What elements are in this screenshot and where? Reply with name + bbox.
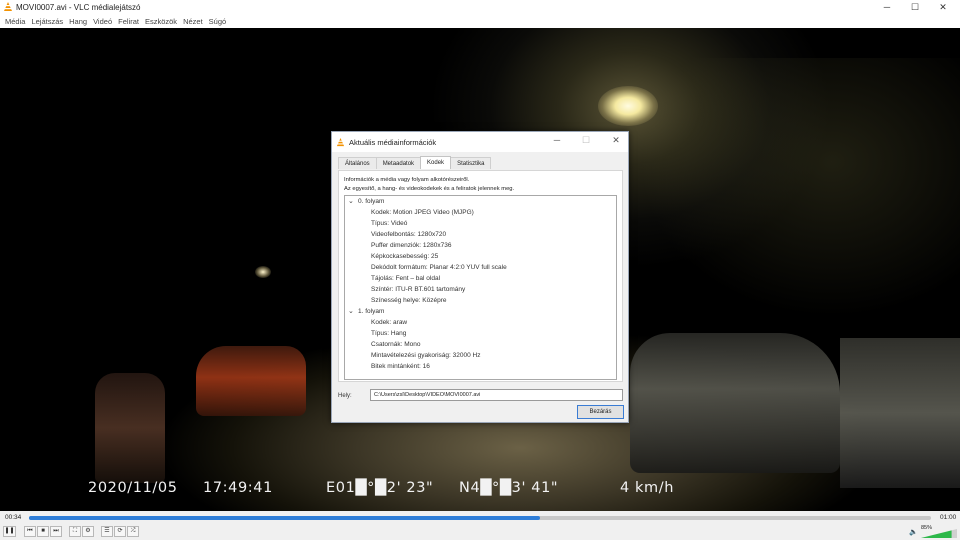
total-time: 01:00 (940, 514, 957, 521)
maximize-button[interactable]: ☐ (901, 0, 929, 14)
seek-slider[interactable] (29, 516, 931, 520)
dialog-minimize-button[interactable]: ─ (550, 135, 564, 145)
menu-media[interactable]: Média (5, 17, 25, 26)
menu-help[interactable]: Súgó (209, 17, 227, 26)
dialog-title-bar: Aktuális médiainformációk ─ ☐ ✕ (332, 132, 628, 152)
pause-button[interactable]: ❚❚ (3, 526, 16, 537)
video-streetlamp (598, 86, 658, 126)
dialog-close-icon[interactable]: ✕ (609, 135, 623, 146)
video-trees (640, 58, 960, 318)
fullscreen-button[interactable]: ⛶ (69, 526, 81, 537)
stream-label: 0. folyam (358, 198, 385, 205)
tab-general[interactable]: Általános (338, 157, 377, 169)
title-bar: MOVI0007.avi - VLC médialejátszó ─ ☐ ✕ (0, 0, 960, 14)
stream-property[interactable]: Dekódolt formátum: Planar 4:2:0 YUV full… (345, 262, 616, 273)
dialog-tabs: Általános Metaadatok Kodek Statisztika (338, 156, 492, 170)
vlc-cone-icon (4, 2, 12, 11)
tab-statistics[interactable]: Statisztika (450, 157, 492, 169)
seek-row: 00:34 01:00 (0, 511, 960, 524)
playlist-button[interactable]: ☰ (101, 526, 113, 537)
vlc-cone-icon (336, 137, 345, 146)
stream-property[interactable]: Kodek: Motion JPEG Video (MJPG) (345, 207, 616, 218)
random-button[interactable]: ⤮ (127, 526, 139, 537)
vlc-window: MOVI0007.avi - VLC médialejátszó ─ ☐ ✕ M… (0, 0, 960, 540)
previous-button[interactable]: ⏮ (24, 526, 36, 537)
chevron-down-icon[interactable]: ⌄ (348, 306, 358, 317)
menu-audio[interactable]: Hang (69, 17, 87, 26)
speaker-icon[interactable]: 🔈 (909, 528, 918, 536)
stream-property[interactable]: Típus: Videó (345, 218, 616, 229)
location-field[interactable]: C:\Users\zsl\Desktop\VIDEO\MOVI0007.avi (370, 389, 623, 401)
window-title: MOVI0007.avi - VLC médialejátszó (16, 2, 141, 12)
osd-latitude: N4█°█3' 41" (459, 480, 559, 496)
location-label: Hely: (338, 393, 352, 399)
extended-settings-button[interactable]: ⚙ (82, 526, 94, 537)
stream-property[interactable]: Bitek mintánként: 16 (345, 361, 616, 372)
menu-view[interactable]: Nézet (183, 17, 203, 26)
codec-panel: Információk a média vagy folyam alkotóré… (338, 170, 623, 382)
stream-header[interactable]: ⌄ 1. folyam (345, 306, 616, 317)
stream-property[interactable]: Csatornák: Mono (345, 339, 616, 350)
tab-codec[interactable]: Kodek (420, 156, 452, 169)
stop-button[interactable]: ■ (37, 526, 49, 537)
menu-playback[interactable]: Lejátszás (31, 17, 63, 26)
loop-button[interactable]: ⟳ (114, 526, 126, 537)
intro-line-1: Információk a média vagy folyam alkotóré… (344, 177, 470, 183)
stream-property[interactable]: Puffer dimenziók: 1280x736 (345, 240, 616, 251)
stream-property[interactable]: Kodek: araw (345, 317, 616, 328)
stream-property[interactable]: Tájolás: Fent – bal oldal (345, 273, 616, 284)
video-car-red (196, 346, 306, 416)
stream-header[interactable]: ⌄ 0. folyam (345, 196, 616, 207)
video-car-left (95, 373, 165, 483)
dialog-title: Aktuális médiainformációk (349, 137, 437, 147)
elapsed-time: 00:34 (5, 514, 22, 521)
minimize-button[interactable]: ─ (873, 0, 901, 14)
dialog-maximize-button: ☐ (581, 135, 591, 145)
osd-longitude: E01█°█2' 23" (326, 480, 434, 496)
video-distant-lamp (255, 266, 271, 278)
stream-property[interactable]: Videofelbontás: 1280x720 (345, 229, 616, 240)
chevron-down-icon[interactable]: ⌄ (348, 196, 358, 207)
stream-tree[interactable]: ⌄ 0. folyam Kodek: Motion JPEG Video (MJPG… (344, 195, 617, 380)
stream-property[interactable]: Színtér: ITU-R BT.601 tartomány (345, 284, 616, 295)
close-button[interactable]: Bezárás (577, 405, 624, 419)
close-window-button[interactable]: ✕ (929, 0, 957, 14)
menu-subtitle[interactable]: Felirat (118, 17, 139, 26)
video-car-far-right (840, 338, 960, 488)
video-car-right (630, 333, 840, 473)
seek-progress (29, 516, 541, 520)
osd-date: 2020/11/05 (88, 480, 178, 496)
stream-label: 1. folyam (358, 308, 385, 315)
intro-line-2: Az egyesítő, a hang- és videokodekek és … (344, 186, 515, 192)
stream-property[interactable]: Színesség helye: Középre (345, 295, 616, 306)
codec-intro: Információk a média vagy folyam alkotóré… (344, 176, 514, 194)
controls-bar: ❚❚ ⏮ ■ ⏭ ⛶ ⚙ ☰ ⟳ ⤮ 🔈 85% (0, 524, 960, 540)
stream-property[interactable]: Mintavételezési gyakoriság: 32000 Hz (345, 350, 616, 361)
stream-property[interactable]: Képkockasebesség: 25 (345, 251, 616, 262)
menu-tools[interactable]: Eszközök (145, 17, 177, 26)
stream-property[interactable]: Típus: Hang (345, 328, 616, 339)
menu-video[interactable]: Videó (93, 17, 112, 26)
menu-bar: Média Lejátszás Hang Videó Felirat Eszkö… (0, 14, 960, 28)
osd-speed: 4 km/h (620, 480, 675, 496)
volume-slider[interactable] (921, 529, 957, 538)
tab-metadata[interactable]: Metaadatok (375, 157, 422, 169)
osd-time: 17:49:41 (203, 480, 273, 496)
media-info-dialog: Aktuális médiainformációk ─ ☐ ✕ Általáno… (331, 131, 629, 423)
next-button[interactable]: ⏭ (50, 526, 62, 537)
